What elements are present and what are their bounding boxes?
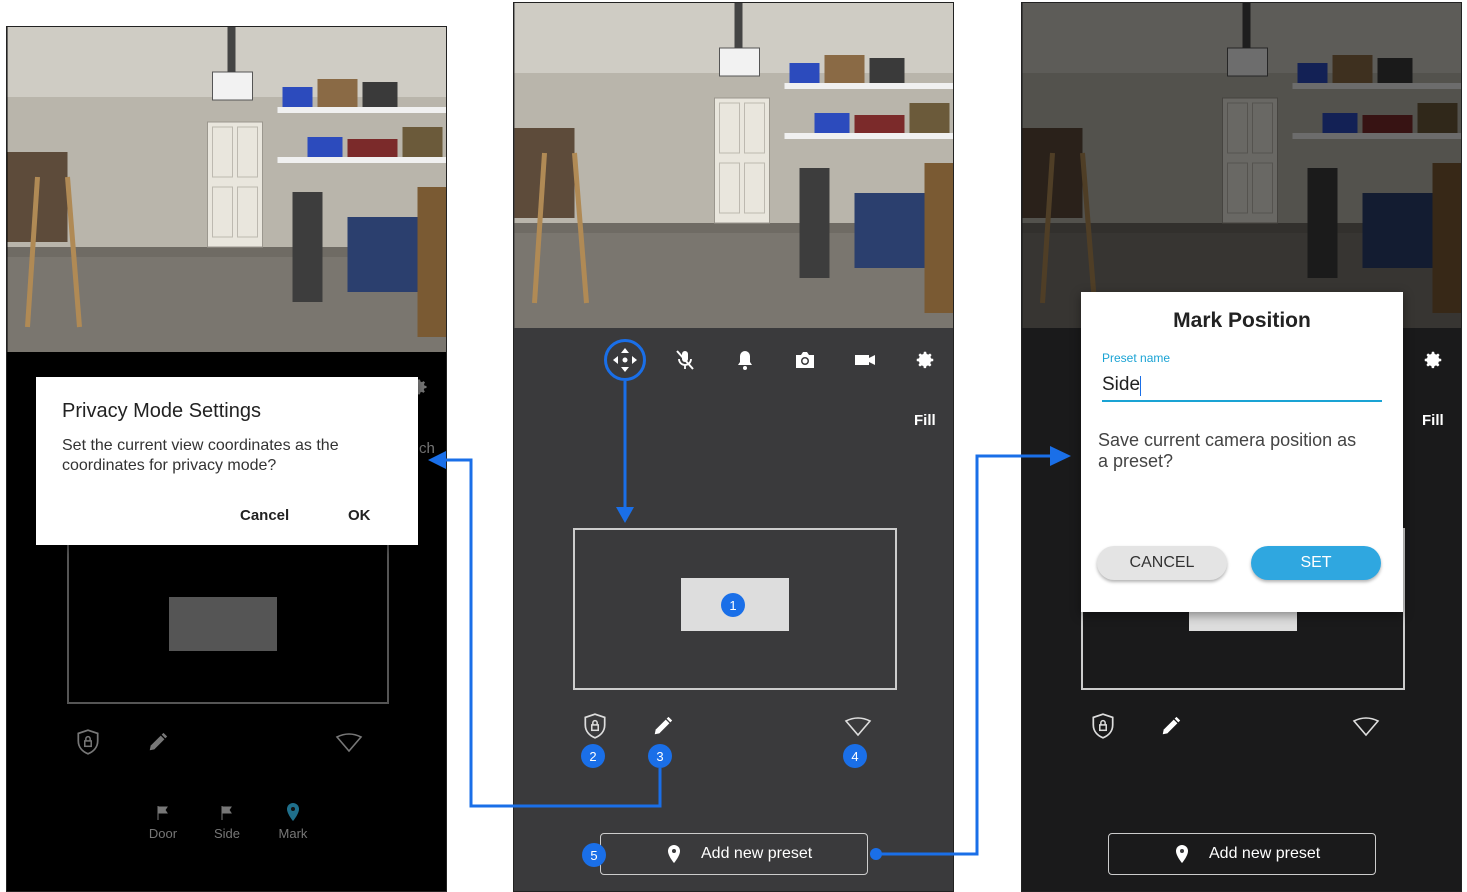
connector-arrows <box>428 446 1071 860</box>
